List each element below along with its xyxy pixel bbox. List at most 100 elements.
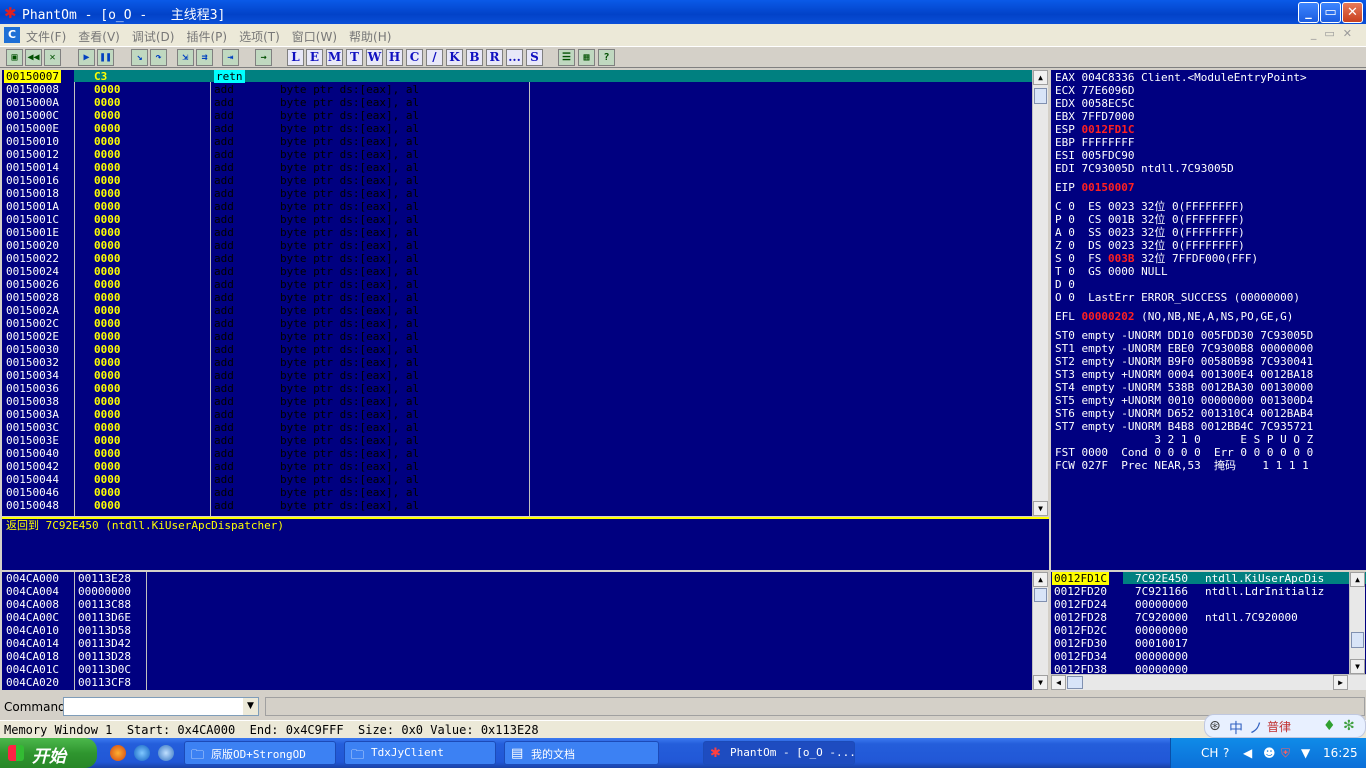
log-window-button[interactable]: L [287, 49, 304, 66]
register-line[interactable]: ST7 empty -UNORM B4B8 0012BB4C 7C935721 [1055, 420, 1313, 433]
firefox-icon[interactable] [110, 745, 126, 761]
references-button[interactable]: R [486, 49, 503, 66]
scroll-down-arrow-icon[interactable]: ▼ [1033, 501, 1048, 516]
disassembly-scrollbar[interactable]: ▲ ▼ [1032, 70, 1048, 516]
stack-horizontal-scrollbar[interactable]: ◀ ▶ [1051, 674, 1366, 690]
memory-dump-pane[interactable]: 004CA000 00113E28 004CA004 00000000 004CA008… [2, 572, 1032, 690]
cpu-window-icon[interactable]: C [4, 27, 20, 43]
register-line[interactable]: EBP FFFFFFFF [1055, 136, 1134, 149]
register-line[interactable]: ECX 77E6096D [1055, 84, 1134, 97]
close-process-icon[interactable]: ✕ [44, 49, 61, 66]
run-trace-button[interactable]: ... [506, 49, 523, 66]
stack-row[interactable]: 0012FD38 00000000 [1051, 663, 1366, 674]
register-line[interactable]: D 0 [1055, 278, 1075, 291]
disasm-row[interactable]: 0015000A 0000 add byte ptr ds:[eax], al [2, 96, 1032, 109]
step-over-icon[interactable]: ↷ [150, 49, 167, 66]
register-line[interactable]: P 0 CS 001B 32位 0(FFFFFFFF) [1055, 213, 1245, 226]
memory-map-button[interactable]: M [326, 49, 343, 66]
dump-scrollbar[interactable]: ▲ ▼ [1032, 572, 1048, 690]
stack-row[interactable]: 0012FD24 00000000 [1051, 598, 1366, 611]
disasm-row[interactable]: 0015002A 0000 add byte ptr ds:[eax], al [2, 304, 1032, 317]
disasm-row[interactable]: 00150020 0000 add byte ptr ds:[eax], al [2, 239, 1032, 252]
register-line[interactable]: EDI 7C93005D ntdll.7C93005D [1055, 162, 1234, 175]
stack-row[interactable]: 0012FD30 00010017 [1051, 637, 1366, 650]
stack-row[interactable]: 0012FD1C 7C92E450 ntdll.KiUserApcDis [1051, 572, 1366, 585]
source-button[interactable]: S [526, 49, 543, 66]
disasm-row[interactable]: 00150016 0000 add byte ptr ds:[eax], al [2, 174, 1032, 187]
disasm-row[interactable]: 00150044 0000 add byte ptr ds:[eax], al [2, 473, 1032, 486]
network-tray-icon[interactable]: ▼ [1301, 746, 1310, 760]
stack-row[interactable]: 0012FD20 7C921166 ntdll.LdrInitializ [1051, 585, 1366, 598]
threads-window-button[interactable]: T [346, 49, 363, 66]
close-button[interactable]: ✕ [1342, 2, 1363, 23]
show-desktop-icon[interactable] [158, 745, 174, 761]
disasm-row[interactable]: 0015003C 0000 add byte ptr ds:[eax], al [2, 421, 1032, 434]
register-line[interactable]: ESP 0012FD1C [1055, 123, 1134, 136]
cpu-window-button[interactable]: C [406, 49, 423, 66]
disasm-row[interactable]: 00150040 0000 add byte ptr ds:[eax], al [2, 447, 1032, 460]
dump-row[interactable]: 004CA010 00113D58 [2, 624, 1032, 637]
register-line[interactable]: EFL 00000202 (NO,NB,NE,A,NS,PO,GE,G) [1055, 310, 1293, 323]
mdi-controls[interactable]: _▭✕ [1311, 27, 1360, 40]
open-icon[interactable]: ▣ [6, 49, 23, 66]
register-line[interactable]: ST0 empty -UNORM DD10 005FDD30 7C93005D [1055, 329, 1313, 342]
options-icon[interactable]: ▦ [578, 49, 595, 66]
scroll-up-arrow-icon[interactable]: ▲ [1033, 572, 1048, 587]
disasm-row[interactable]: 00150010 0000 add byte ptr ds:[eax], al [2, 135, 1032, 148]
register-line[interactable]: ST1 empty -UNORM EBE0 7C9300B8 00000000 [1055, 342, 1313, 355]
microphone-icon[interactable]: ♦ [1323, 718, 1336, 734]
maximize-button[interactable]: ▭ [1320, 2, 1341, 23]
chat-tray-icon[interactable]: ☻ [1263, 746, 1276, 760]
patches-window-button[interactable]: / [426, 49, 443, 66]
disasm-row[interactable]: 0015003A 0000 add byte ptr ds:[eax], al [2, 408, 1032, 421]
disasm-row[interactable]: 00150012 0000 add byte ptr ds:[eax], al [2, 148, 1032, 161]
step-into-icon[interactable]: ↘ [131, 49, 148, 66]
register-line[interactable]: ST2 empty -UNORM B9F0 00580B98 7C930041 [1055, 355, 1313, 368]
scroll-right-arrow-icon[interactable]: ▶ [1333, 675, 1348, 690]
disasm-row[interactable]: 0015001C 0000 add byte ptr ds:[eax], al [2, 213, 1032, 226]
start-button[interactable]: 开始 [0, 738, 97, 768]
command-input[interactable] [63, 697, 259, 716]
modules-window-button[interactable]: E [306, 49, 323, 66]
register-line[interactable]: A 0 SS 0023 32位 0(FFFFFFFF) [1055, 226, 1245, 239]
scroll-down-arrow-icon[interactable]: ▼ [1033, 675, 1048, 690]
disasm-row[interactable]: 00150036 0000 add byte ptr ds:[eax], al [2, 382, 1032, 395]
stack-scrollbar[interactable]: ▲ ▼ [1349, 572, 1365, 674]
register-line[interactable]: FST 0000 Cond 0 0 0 0 Err 0 0 0 0 0 0 [1055, 446, 1313, 459]
scroll-up-arrow-icon[interactable]: ▲ [1350, 572, 1365, 587]
disasm-row[interactable]: 00150032 0000 add byte ptr ds:[eax], al [2, 356, 1032, 369]
ime-mode-label[interactable]: 普律 [1267, 718, 1291, 735]
disasm-row[interactable]: 0015001A 0000 add byte ptr ds:[eax], al [2, 200, 1032, 213]
dump-row[interactable]: 004CA01C 00113D0C [2, 663, 1032, 676]
scroll-thumb[interactable] [1351, 632, 1364, 648]
register-line[interactable]: Z 0 DS 0023 32位 0(FFFFFFFF) [1055, 239, 1245, 252]
dump-row[interactable]: 004CA014 00113D42 [2, 637, 1032, 650]
go-to-icon[interactable]: → [255, 49, 272, 66]
disasm-row[interactable]: 00150048 0000 add byte ptr ds:[eax], al [2, 499, 1032, 512]
execute-till-return-icon[interactable]: ⇥ [222, 49, 239, 66]
taskbar-item-strongod[interactable]: 🗀 原版OD+StrongOD [184, 741, 336, 765]
disasm-row[interactable]: 00150034 0000 add byte ptr ds:[eax], al [2, 369, 1032, 382]
disasm-row[interactable]: 0015001E 0000 add byte ptr ds:[eax], al [2, 226, 1032, 239]
help-tray-icon[interactable]: ? [1223, 746, 1229, 760]
disasm-row[interactable]: 00150007 C3 retn [2, 70, 1032, 83]
dump-row[interactable]: 004CA008 00113C88 [2, 598, 1032, 611]
dump-row[interactable]: 004CA004 00000000 [2, 585, 1032, 598]
ime-toolbar[interactable]: ⊛ 中 ノ 普律 ♦ ✻ [1204, 714, 1366, 738]
minimize-button[interactable]: _ [1298, 2, 1319, 23]
menu-file[interactable]: 文件(F) [26, 28, 66, 45]
ime-logo-icon[interactable]: ⊛ [1209, 718, 1221, 734]
ime-punct-mode[interactable]: ノ [1249, 718, 1263, 738]
ime-chinese-mode[interactable]: 中 [1229, 718, 1243, 738]
disasm-row[interactable]: 0015000C 0000 add byte ptr ds:[eax], al [2, 109, 1032, 122]
scroll-thumb[interactable] [1034, 588, 1047, 602]
call-stack-button[interactable]: K [446, 49, 463, 66]
register-line[interactable]: EIP 00150007 [1055, 181, 1134, 194]
menu-view[interactable]: 查看(V) [78, 28, 120, 45]
disasm-row[interactable]: 00150014 0000 add byte ptr ds:[eax], al [2, 161, 1032, 174]
disasm-row[interactable]: 0015003E 0000 add byte ptr ds:[eax], al [2, 434, 1032, 447]
menu-help[interactable]: 帮助(H) [349, 28, 391, 45]
register-line[interactable]: ST6 empty -UNORM D652 001310C4 0012BAB4 [1055, 407, 1313, 420]
scroll-down-arrow-icon[interactable]: ▼ [1350, 659, 1365, 674]
disasm-row[interactable]: 00150026 0000 add byte ptr ds:[eax], al [2, 278, 1032, 291]
